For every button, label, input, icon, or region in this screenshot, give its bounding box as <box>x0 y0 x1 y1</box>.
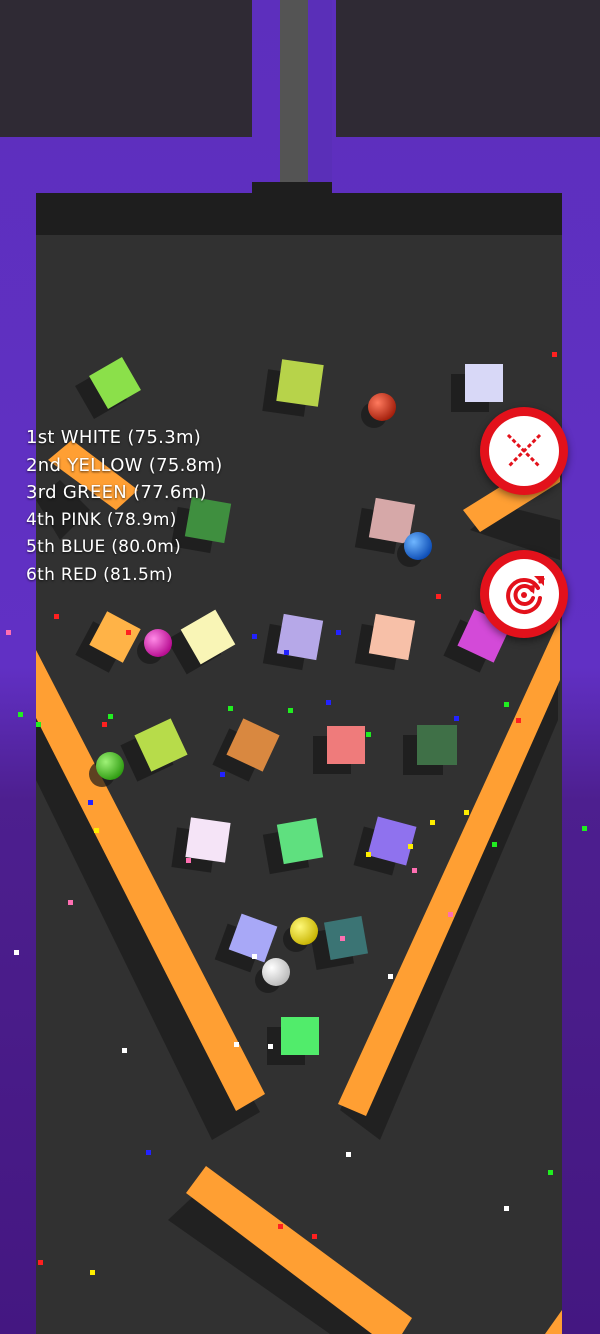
confetti-piece <box>464 810 469 815</box>
confetti-piece <box>268 1044 273 1049</box>
leaderboard-entry-2: 2nd YELLOW (75.8m) <box>26 454 223 476</box>
confetti-piece <box>94 828 99 833</box>
ball-pink <box>144 629 172 657</box>
ball-green <box>96 752 124 780</box>
confetti-piece <box>186 858 191 863</box>
ball-yellow <box>290 917 318 945</box>
confetti-piece <box>288 708 293 713</box>
game-board <box>0 0 600 1334</box>
entry-chute <box>280 0 308 182</box>
confetti-piece <box>278 1224 283 1229</box>
obstacle-cube <box>465 364 503 402</box>
confetti-piece <box>548 1170 553 1175</box>
confetti-piece <box>122 1048 127 1053</box>
confetti-piece <box>68 900 73 905</box>
confetti-piece <box>448 912 453 917</box>
confetti-piece <box>36 722 41 727</box>
confetti-piece <box>90 1270 95 1275</box>
ball-blue <box>404 532 432 560</box>
leaderboard-entry-1: 1st WHITE (75.3m) <box>26 427 202 448</box>
obstacle-cube <box>276 359 324 407</box>
confetti-piece <box>454 716 459 721</box>
confetti-piece <box>252 634 257 639</box>
confetti-piece <box>252 954 257 959</box>
close-x-icon <box>506 433 542 469</box>
obstacle-cube <box>276 613 324 661</box>
restart-arrows-icon <box>506 576 545 614</box>
obstacle-cube <box>327 726 365 764</box>
confetti-piece <box>326 700 331 705</box>
confetti-piece <box>516 718 521 723</box>
leaderboard-entry-4: 4th PINK (78.9m) <box>26 509 177 530</box>
top-left-chamber <box>0 0 252 137</box>
close-button[interactable] <box>480 407 568 495</box>
confetti-piece <box>492 842 497 847</box>
confetti-piece <box>146 1150 151 1155</box>
confetti-piece <box>366 732 371 737</box>
confetti-piece <box>284 650 289 655</box>
obstacle-cube <box>323 915 369 961</box>
obstacle-cube <box>276 817 324 865</box>
confetti-piece <box>336 630 341 635</box>
top-right-chamber <box>336 0 600 137</box>
confetti-piece <box>346 1152 351 1157</box>
confetti-piece <box>54 614 59 619</box>
leaderboard: 1st WHITE (75.3m) 2nd YELLOW (75.8m) 3rd… <box>26 424 223 589</box>
confetti-piece <box>234 1042 239 1047</box>
confetti-piece <box>552 352 557 357</box>
confetti-piece <box>408 844 413 849</box>
confetti-piece <box>504 702 509 707</box>
obstacle-cube <box>185 817 231 863</box>
confetti-piece <box>582 826 587 831</box>
confetti-piece <box>18 712 23 717</box>
confetti-piece <box>38 1260 43 1265</box>
confetti-piece <box>126 630 131 635</box>
confetti-piece <box>108 714 113 719</box>
confetti-piece <box>14 950 19 955</box>
obstacle-cube <box>281 1017 319 1055</box>
confetti-piece <box>220 772 225 777</box>
confetti-piece <box>6 630 11 635</box>
confetti-piece <box>88 800 93 805</box>
leaderboard-entry-6: 6th RED (81.5m) <box>26 564 173 585</box>
confetti-piece <box>228 706 233 711</box>
leaderboard-entry-5: 5th BLUE (80.0m) <box>26 537 182 557</box>
confetti-piece <box>366 852 371 857</box>
confetti-piece <box>312 1234 317 1239</box>
confetti-piece <box>388 974 393 979</box>
ball-white <box>262 958 290 986</box>
confetti-piece <box>430 820 435 825</box>
obstacle-cube <box>417 725 457 765</box>
obstacle-cube <box>368 613 416 661</box>
confetti-piece <box>102 722 107 727</box>
confetti-piece <box>436 594 441 599</box>
restart-button[interactable] <box>480 550 568 638</box>
confetti-piece <box>504 1206 509 1211</box>
leaderboard-entry-3: 3rd GREEN (77.6m) <box>26 482 207 503</box>
ball-red <box>368 393 396 421</box>
confetti-piece <box>340 936 345 941</box>
confetti-piece <box>412 868 417 873</box>
